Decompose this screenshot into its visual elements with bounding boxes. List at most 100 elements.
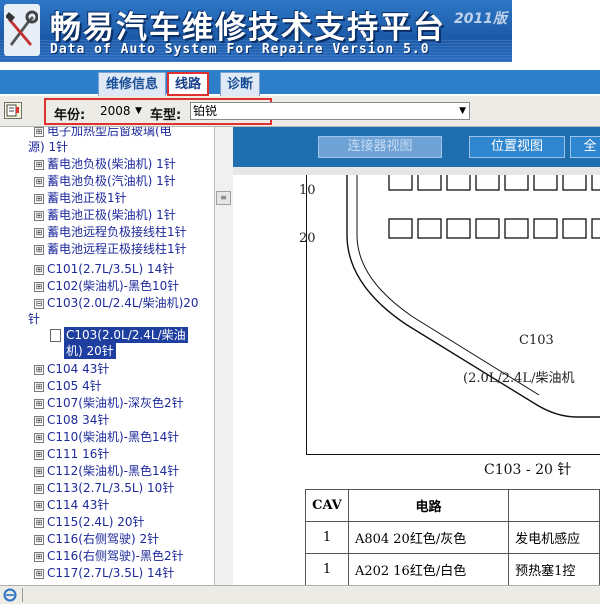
pinout-table: CAV 电路 1 A804 20红色/灰色 发电机感应 1 A202 16红色/… xyxy=(305,489,600,585)
expand-icon[interactable]: ⊞ xyxy=(34,467,44,477)
expand-icon[interactable]: ⊞ xyxy=(34,399,44,409)
connector-caption: C103 - 20 针 xyxy=(484,462,572,478)
expand-icon[interactable]: ⊞ xyxy=(34,518,44,528)
tab-diagnosis[interactable]: 诊断 xyxy=(220,72,260,96)
expand-icon[interactable]: ⊞ xyxy=(34,450,44,460)
tree-item-continued: 源) 1针 xyxy=(28,140,69,154)
tree-item[interactable]: ⊞ C111 16针 xyxy=(34,446,109,462)
year-label: 年份: xyxy=(54,108,86,123)
tree-item[interactable]: ⊞ C116(右侧驾驶) 2针 xyxy=(34,531,159,547)
banner-subtitle: Data of Auto System For Repaire Version … xyxy=(50,42,430,57)
tree-item[interactable]: ⊞ 蓄电池远程正极接线柱1针 xyxy=(34,241,187,257)
tree-item[interactable]: ⊞ C108 34针 xyxy=(34,412,109,428)
tree-item[interactable]: ⊞ 蓄电池正极1针 xyxy=(34,190,127,206)
column-header-function xyxy=(508,489,600,522)
tree-item[interactable]: ⊞ C117(2.7L/3.5L) 14针 xyxy=(34,565,174,581)
year-select[interactable]: 2008 ▼ xyxy=(98,102,144,120)
year-value: 2008 xyxy=(100,104,131,118)
expand-icon[interactable]: ⊞ xyxy=(34,228,44,238)
expand-icon[interactable]: ⊞ xyxy=(34,194,44,204)
tree-item[interactable]: ⊞ C101(2.7L/3.5L) 14针 xyxy=(34,261,174,277)
model-select[interactable]: 铂锐 ▼ xyxy=(190,102,470,120)
tree-item[interactable]: ⊞ C114 43针 xyxy=(34,497,109,513)
connector-tree: ⊞ 电子加热型后窗玻璃(电 源) 1针 ⊞ 蓄电池负极(柴油机) 1针 ⊞ 蓄电池负极… xyxy=(0,127,214,585)
position-view-button[interactable]: 位置视图 xyxy=(469,136,565,158)
tree-item[interactable]: ⊞ 电子加热型后窗玻璃(电 xyxy=(34,127,172,139)
model-label: 车型: xyxy=(150,108,182,123)
tree-item[interactable]: ⊞ C115(2.4L) 20针 xyxy=(34,514,145,530)
selected-label-line2: 机) 20针 xyxy=(64,343,116,359)
cell-function: 发电机感应 xyxy=(508,521,600,554)
tree-item[interactable]: ⊞ 蓄电池正极(柴油机) 1针 xyxy=(34,207,176,223)
panel-divider xyxy=(233,167,600,175)
expand-icon[interactable]: ⊞ xyxy=(34,282,44,292)
connector-diagram: 10 20 C103 (2.0L/2.4L/柴油机 xyxy=(299,175,600,455)
status-divider xyxy=(22,588,23,602)
tree-item[interactable]: ⊞ C107(柴油机)-深灰色2针 xyxy=(34,395,184,411)
tree-item[interactable]: ⊞ C113(2.7L/3.5L) 10针 xyxy=(34,480,174,496)
connector-name: C103 xyxy=(519,333,554,348)
tree-item[interactable]: ⊞ C112(柴油机)-黑色14针 xyxy=(34,463,179,479)
document-icon xyxy=(50,329,61,342)
expand-icon[interactable]: ⊞ xyxy=(34,416,44,426)
expand-icon[interactable]: ⊞ xyxy=(34,265,44,275)
tree-item[interactable]: ⊞ 蓄电池负极(汽油机) 1针 xyxy=(34,173,176,189)
scrollbar-thumb[interactable]: ≡ xyxy=(216,191,231,205)
full-view-button[interactable]: 全 xyxy=(570,136,600,158)
tree-item[interactable]: ⊞ 蓄电池负极(柴油机) 1针 xyxy=(34,156,176,172)
cell-function: 预热塞1控 xyxy=(508,553,600,585)
tab-repair-info[interactable]: 维修信息 xyxy=(98,72,166,96)
expand-icon[interactable]: ⊞ xyxy=(34,245,44,255)
expand-icon[interactable]: ⊞ xyxy=(34,501,44,511)
chevron-down-icon: ▼ xyxy=(135,106,142,116)
expand-icon[interactable]: ⊞ xyxy=(34,569,44,579)
expand-icon[interactable]: ⊞ xyxy=(34,127,44,137)
view-button-bar: 连接器视图 位置视图 全 xyxy=(233,127,600,167)
table-row: 1 A804 20红色/灰色 发电机感应 xyxy=(305,521,600,554)
cell-cav: 1 xyxy=(305,521,349,554)
cell-circuit: A202 16红色/白色 xyxy=(347,553,510,585)
expand-icon[interactable]: ⊞ xyxy=(34,160,44,170)
row-label-20: 20 xyxy=(299,231,316,246)
tree-item[interactable]: ⊞ 蓄电池远程负极接线柱1针 xyxy=(34,224,187,240)
internet-explorer-icon xyxy=(3,588,17,602)
tools-logo-icon xyxy=(4,4,40,56)
column-header-cav: CAV xyxy=(305,489,349,522)
cell-cav: 1 xyxy=(305,553,349,585)
document-icon[interactable] xyxy=(4,102,22,119)
expand-icon[interactable]: ⊞ xyxy=(34,177,44,187)
row-label-10: 10 xyxy=(299,183,316,198)
column-header-circuit: 电路 xyxy=(347,489,510,522)
expand-icon[interactable]: ⊞ xyxy=(34,211,44,221)
tree-item[interactable]: ⊞ C110(柴油机)-黑色14针 xyxy=(34,429,179,445)
expand-icon[interactable]: ⊞ xyxy=(34,484,44,494)
tree-selected-item[interactable]: C103(2.0L/2.4L/柴油 机) 20针 xyxy=(50,327,194,359)
collapse-icon[interactable]: ⊟ xyxy=(34,299,44,309)
expand-icon[interactable]: ⊞ xyxy=(34,535,44,545)
banner-edition: 2011版 xyxy=(454,11,507,27)
tab-strip xyxy=(0,70,600,94)
tree-item-expanded[interactable]: ⊟ C103(2.0L/2.4L/柴油机)20 xyxy=(34,295,199,311)
tree-item[interactable]: ⊞ C116(右侧驾驶)-黑色2针 xyxy=(34,548,184,564)
tree-item-continued: 针 xyxy=(28,312,41,326)
tree-item[interactable]: ⊞ C102(柴油机)-黑色10针 xyxy=(34,278,179,294)
expand-icon[interactable]: ⊞ xyxy=(34,365,44,375)
connector-description: (2.0L/2.4L/柴油机 xyxy=(463,371,575,386)
banner-title: 畅易汽车维修技术支持平台 xyxy=(50,10,446,46)
connector-face-drawing xyxy=(346,175,600,418)
chevron-down-icon: ▼ xyxy=(459,106,466,116)
expand-icon[interactable]: ⊞ xyxy=(34,552,44,562)
tree-item[interactable]: ⊞ C105 4针 xyxy=(34,378,102,394)
table-header-row: CAV 电路 xyxy=(305,489,600,522)
expand-icon[interactable]: ⊞ xyxy=(34,433,44,443)
table-row: 1 A202 16红色/白色 预热塞1控 xyxy=(305,553,600,585)
expand-icon[interactable]: ⊞ xyxy=(34,382,44,392)
banner-blank-area xyxy=(512,0,600,62)
model-value: 铂锐 xyxy=(193,104,218,118)
tab-circuit[interactable]: 线路 xyxy=(167,72,209,96)
connector-view-button[interactable]: 连接器视图 xyxy=(318,136,442,158)
cell-circuit: A804 20红色/灰色 xyxy=(347,521,510,554)
tree-scrollbar[interactable]: ≡ xyxy=(214,127,233,585)
selected-label-line1: C103(2.0L/2.4L/柴油 xyxy=(64,327,188,343)
tree-item[interactable]: ⊞ C104 43针 xyxy=(34,361,109,377)
